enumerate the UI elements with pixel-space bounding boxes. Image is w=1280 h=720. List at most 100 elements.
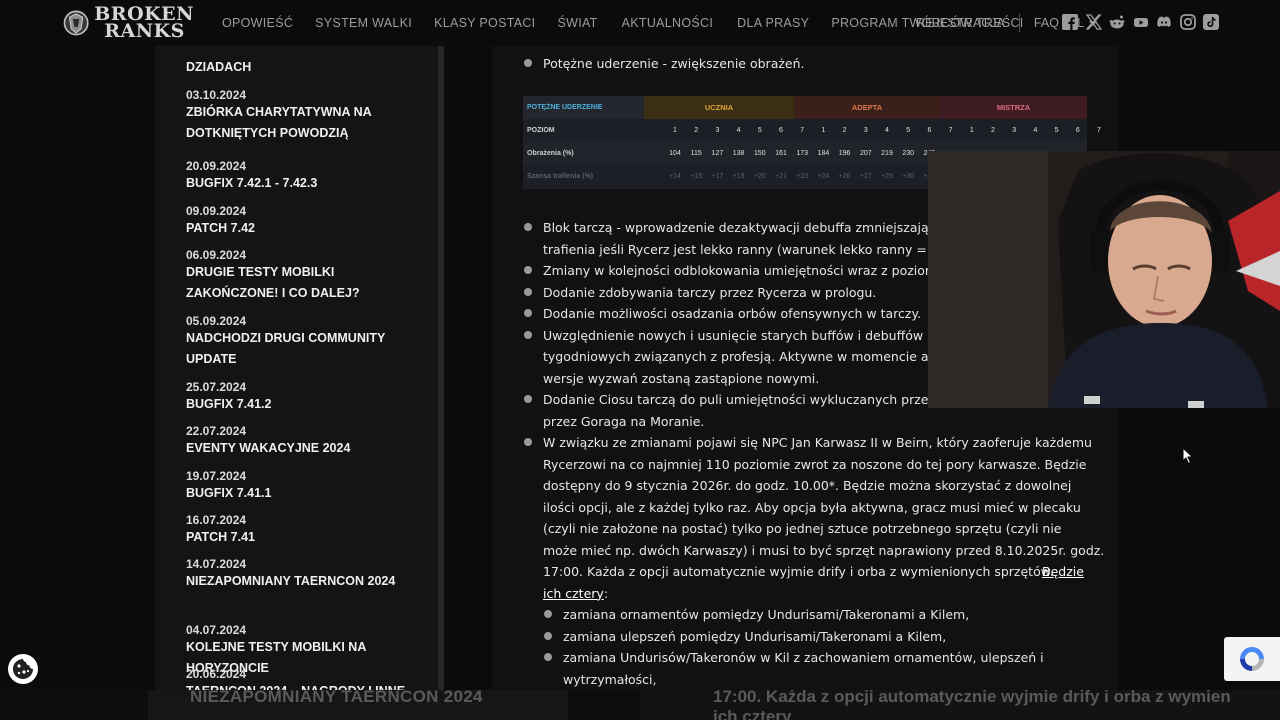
chance-label: Szansa trafienia (%) [527,173,594,180]
bedzie-link[interactable]: Będzie [1042,561,1084,583]
news-title: NIEZAPOMNIANY TAERNCON 2024 [186,574,396,588]
table-cell: 5 [906,127,911,134]
news-date: 03.10.2024 [186,88,247,102]
level-label: POZIOM [527,127,555,134]
menu-swiat[interactable]: ŚWIAT [557,16,597,30]
news-item[interactable]: 09.09.2024 PATCH 7.42 [186,204,421,239]
sub-bullet-line: zamiana ulepszeń pomiędzy Undurisami/Tak… [563,628,947,644]
table-cell: 1 [969,127,974,134]
table-cell: 5 [1054,127,1059,134]
instagram-icon[interactable] [1179,13,1197,31]
news-item[interactable]: 19.07.2024 BUGFIX 7.41.1 [186,469,421,504]
mouse-cursor-icon [1182,447,1194,465]
table-cell: 1 [673,127,677,134]
article-line: Rycerzowi na co najmniej 110 poziomie zw… [543,456,1087,472]
bullet-dot [524,395,532,403]
news-title: EVENTY WAKACYJNE 2024 [186,441,351,455]
menu-system-walki[interactable]: SYSTEM WALKI [315,16,412,30]
top-navigation: BROKEN RANKS OPOWIEŚĆ SYSTEM WALKI KLASY… [0,0,1280,46]
facebook-icon[interactable] [1061,13,1079,31]
article-line: przez Goraga na Moranie. [543,413,705,429]
news-date: 19.07.2024 [186,469,247,483]
table-cell: 3 [715,127,720,134]
table-cell: 3 [863,127,868,134]
tiktok-icon[interactable] [1202,13,1220,31]
table-cell: 138 [732,150,745,157]
bleed-text-right-1: 17:00. Każda z opcji automatycznie wyjmi… [713,690,1231,706]
article-line: (czyli nie założone na postać) tylko po … [543,521,1062,536]
sidebar-scrollbar[interactable] [438,46,444,690]
news-title: DRUGIE TESTY MOBILKI ZAKOŃCZONE! I CO DA… [186,265,360,300]
news-date: 20.09.2024 [186,159,247,173]
table-cell: 3 [1012,127,1017,134]
skill-name: POTĘŻNE UDERZENIE [527,104,603,111]
article-line: Blok tarczą - wprowadzenie dezaktywacji … [543,220,936,235]
cookie-settings-button[interactable] [8,654,38,684]
news-item[interactable]: 16.07.2024 PATCH 7.41 [186,513,421,548]
ich-cztery-link[interactable]: ich cztery [543,583,604,605]
news-item[interactable]: 05.09.2024 NADCHODZI DRUGI COMMUNITY UPDA… [186,314,421,370]
table-cell: 1 [821,127,826,134]
streamer-webcam-image [928,151,1280,408]
bullet-dot [524,438,532,446]
table-cell: +21 [775,173,787,180]
news-item[interactable]: 06.09.2024 DRUGIE TESTY MOBILKI ZAKOŃCZON… [186,248,421,304]
news-item[interactable]: 20.09.2024 BUGFIX 7.42.1 - 7.42.3 [186,159,421,194]
menu-dla-prasy[interactable]: DLA PRASY [737,16,809,30]
bullet-dot [524,309,532,317]
table-cell: 7 [800,127,805,134]
table-cell: 184 [817,150,830,157]
news-title: ZBIÓRKA CHARYTATYWNA NA DOTKNIĘTYCH POWO… [186,105,372,140]
news-title: BUGFIX 7.41.1 [186,486,272,500]
table-cell: 7 [1097,127,1101,134]
table-cell: +26 [838,173,851,180]
table-cell: 150 [753,150,766,157]
table-cell: +18 [732,173,745,180]
table-cell: +17 [711,173,724,180]
sub-bullet-line: zamiana ornamentów pomiędzy Undurisami/T… [563,607,970,622]
register-link[interactable]: REJESTRACJA [916,16,1005,30]
news-item[interactable]: 03.10.2024 ZBIÓRKA CHARYTATYWNA NA DOTKNI… [186,88,421,144]
table-cell: 4 [1033,127,1038,134]
bullet-dot [544,610,552,618]
news-title: PATCH 7.42 [186,221,256,235]
menu-opowiesc[interactable]: OPOWIEŚĆ [222,16,293,30]
table-cell: +15 [690,173,703,180]
table-cell: 219 [881,150,893,157]
broken-ranks-logo[interactable]: BROKEN RANKS [62,4,194,42]
news-title: PATCH 7.41 [186,530,256,544]
table-cell: 161 [775,150,787,157]
news-item-partial[interactable]: DZIADACH [186,57,421,78]
faq-link[interactable]: FAQ [1034,16,1059,30]
table-cell: 6 [927,127,932,134]
x-icon[interactable] [1085,13,1103,31]
news-item[interactable]: 20.06.2024TAERNCON 2024 – NAGRODY I INNE [186,667,421,690]
youtube-icon[interactable] [1132,13,1150,31]
table-cell: +24 [817,173,830,180]
tier-uczen: UCZNIA [644,96,794,119]
bullet-dot [544,653,552,661]
news-sidebar: DZIADACH 03.10.2024 ZBIÓRKA CHARYTATYWNA … [155,46,438,690]
damage-label: Obrażenia (%) [527,150,574,157]
recaptcha-badge[interactable] [1224,637,1280,681]
news-date: 25.07.2024 [186,380,247,394]
article-bullet-top: Potężne uderzenie - zwiększenie obrażeń. [543,56,805,71]
news-item[interactable]: 14.07.2024 NIEZAPOMNIANY TAERNCON 2024 [186,557,421,592]
news-date: 09.09.2024 [186,204,247,218]
menu-aktualnosci[interactable]: AKTUALNOŚCI [622,16,714,30]
news-item[interactable]: 25.07.2024 BUGFIX 7.41.2 [186,380,421,415]
table-cell: 104 [669,150,681,157]
article-line: tygodniowych związanych z profesją. Akty… [543,349,941,364]
article-line: Uwzględnienie nowych i usunięcie starych… [543,327,936,343]
news-item[interactable]: 22.07.2024 EVENTY WAKACYJNE 2024 [186,424,421,459]
discord-icon[interactable] [1155,13,1173,31]
table-cell: 230 [902,150,915,157]
reddit-icon[interactable] [1108,13,1126,31]
sub-bullet-line: wytrzymałości, [563,671,657,687]
article-line: wersje wyzwań zostaną zastąpione nowymi. [543,370,820,386]
article-line: Zmiany w kolejności odblokowania umiejęt… [543,263,938,278]
background-bleed-strip: NIEZAPOMNIANY TAERNCON 2024 17:00. Każda… [0,690,1280,720]
table-cell: +14 [669,173,681,180]
menu-klasy-postaci[interactable]: KLASY POSTACI [434,16,535,30]
bullet-dot [524,223,532,231]
